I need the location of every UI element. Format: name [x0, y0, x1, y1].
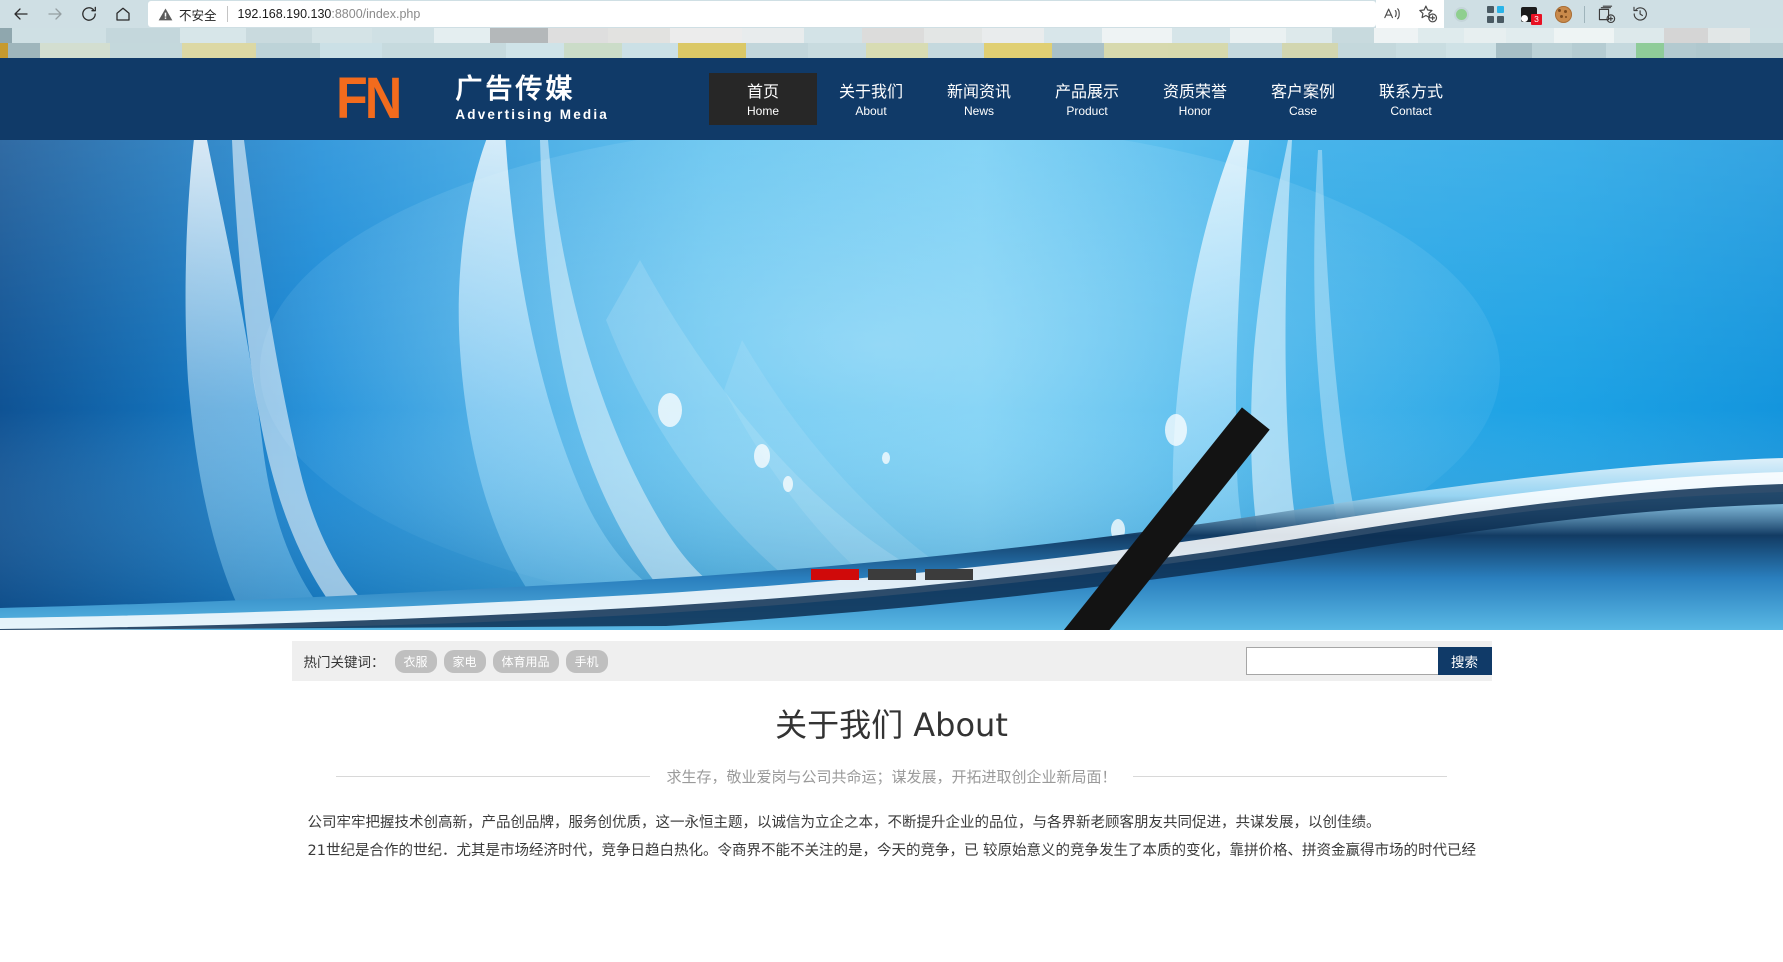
about-rule-left [336, 776, 651, 777]
toolbar-right-icons: 3 [1376, 0, 1657, 28]
nav-label-cn: 客户案例 [1271, 82, 1336, 101]
about-title: 关于我们 About [775, 706, 1008, 744]
collections-icon[interactable] [1589, 0, 1623, 28]
reload-button[interactable] [72, 0, 106, 28]
hero-carousel[interactable] [0, 140, 1783, 630]
history-icon[interactable] [1623, 0, 1657, 28]
carousel-indicator-1[interactable] [810, 569, 859, 580]
url-host: 192.168.190.130 [237, 7, 332, 21]
cookie-glyph [1554, 5, 1572, 23]
about-subtitle: 求生存，敬业爱岗与公司共命运；谋发展，开拓进取创企业新局面！ [666, 768, 1117, 786]
about-paragraph: 公司牢牢把握技术创高新，产品创品牌，服务创优质，这一永恒主题，以诚信为立企之本，… [307, 815, 1381, 831]
nav-item-contact[interactable]: 联系方式 Contact [1357, 73, 1465, 125]
search-form: 搜索 [1245, 647, 1492, 675]
warning-triangle-icon [158, 8, 173, 20]
brand-name-cn: 广告传媒 [455, 73, 576, 105]
nav-item-about[interactable]: 关于我们 About [817, 73, 925, 125]
read-aloud-icon[interactable] [1376, 0, 1410, 28]
security-indicator[interactable]: 不安全 [158, 5, 217, 24]
site-header: FN 广告传媒 Advertising Media 首页 Home 关于我们 A… [0, 58, 1783, 140]
back-button[interactable] [4, 0, 38, 28]
home-button[interactable] [106, 0, 140, 28]
address-bar[interactable]: 不安全 192.168.190.130:8800/index.php [148, 1, 1376, 27]
extension-badge-icon[interactable]: 3 [1512, 0, 1546, 28]
browser-chrome: 不安全 192.168.190.130:8800/index.php 3 [0, 0, 1783, 58]
about-paragraph: 21世纪是合作的世纪．尤其是市场经济时代，竞争日趋白热化。令商界不能不关注的是，… [307, 843, 1476, 859]
address-separator [226, 6, 228, 22]
brand-logo[interactable]: FN 广告传媒 Advertising Media [336, 66, 610, 132]
brand-text: 广告传媒 Advertising Media [455, 73, 610, 123]
keyword-tag-appliances[interactable]: 家电 [443, 649, 486, 673]
nav-item-honor[interactable]: 资质荣誉 Honor [1141, 73, 1249, 125]
nav-label-cn: 产品展示 [1055, 82, 1120, 101]
nav-label-en: About [855, 104, 887, 118]
profile-avatar [1453, 6, 1469, 22]
keyword-tag-sports[interactable]: 体育用品 [492, 649, 559, 673]
about-subtitle-row: 求生存，敬业爱岗与公司共命运；谋发展，开拓进取创企业新局面！ [0, 766, 1783, 787]
forward-button[interactable] [38, 0, 72, 28]
nav-item-home[interactable]: 首页 Home [709, 73, 818, 125]
keyword-bar-inner: 热门关键词： 衣服 家电 体育用品 手机 搜索 [291, 641, 1492, 681]
nav-item-product[interactable]: 产品展示 Product [1033, 73, 1141, 125]
search-input[interactable] [1245, 647, 1438, 675]
nav-label-en: Product [1066, 104, 1108, 118]
extension-count-badge: 3 [1531, 14, 1542, 25]
keyword-tag-phone[interactable]: 手机 [565, 649, 608, 673]
logo-mark: FN [336, 66, 402, 132]
carousel-indicator-2[interactable] [867, 569, 916, 580]
nav-item-case[interactable]: 客户案例 Case [1249, 73, 1357, 125]
keyword-search-bar: 热门关键词： 衣服 家电 体育用品 手机 搜索 [0, 630, 1783, 692]
about-rule-right [1132, 776, 1447, 777]
nav-label-cn: 资质荣誉 [1163, 82, 1228, 101]
nav-label-en: Honor [1178, 104, 1212, 118]
nav-item-news[interactable]: 新闻资讯 News [925, 73, 1033, 125]
main-navigation: 首页 Home 关于我们 About 新闻资讯 News 产品展示 Produc… [709, 73, 1465, 125]
about-body: 公司牢牢把握技术创高新，产品创品牌，服务创优质，这一永恒主题，以诚信为立企之本，… [292, 809, 1492, 865]
chevron-right-icon [1353, 385, 1783, 630]
about-section: 关于我们 About 求生存，敬业爱岗与公司共命运；谋发展，开拓进取创企业新局面… [0, 692, 1783, 865]
search-button[interactable]: 搜索 [1437, 647, 1492, 675]
grid-icon [1486, 5, 1504, 23]
nav-label-en: Contact [1390, 104, 1432, 118]
nav-label-cn: 关于我们 [839, 82, 904, 101]
profile-icon[interactable] [1444, 0, 1478, 28]
nav-label-cn: 联系方式 [1379, 82, 1444, 101]
nav-label-en: Home [747, 104, 780, 118]
bookmarks-bar-mosaic [0, 28, 1783, 58]
nav-label-en: News [964, 104, 995, 118]
carousel-indicator-3[interactable] [924, 569, 973, 580]
keyword-tag-clothes[interactable]: 衣服 [394, 649, 437, 673]
cookie-icon[interactable] [1546, 0, 1580, 28]
url-path: :8800/index.php [331, 7, 421, 21]
nav-label-en: Case [1289, 104, 1318, 118]
extensions-grid-icon[interactable] [1478, 0, 1512, 28]
hot-keywords-label: 热门关键词： [303, 655, 385, 671]
toolbar-divider [1584, 5, 1585, 23]
add-favorite-icon[interactable] [1410, 0, 1444, 28]
security-text: 不安全 [179, 8, 217, 23]
browser-toolbar: 不安全 192.168.190.130:8800/index.php 3 [0, 0, 1783, 28]
carousel-indicators [810, 569, 973, 580]
brand-name-en: Advertising Media [455, 107, 610, 123]
url-text: 192.168.190.130:8800/index.php [238, 7, 421, 21]
nav-label-cn: 首页 [747, 82, 780, 101]
nav-label-cn: 新闻资讯 [947, 82, 1012, 101]
